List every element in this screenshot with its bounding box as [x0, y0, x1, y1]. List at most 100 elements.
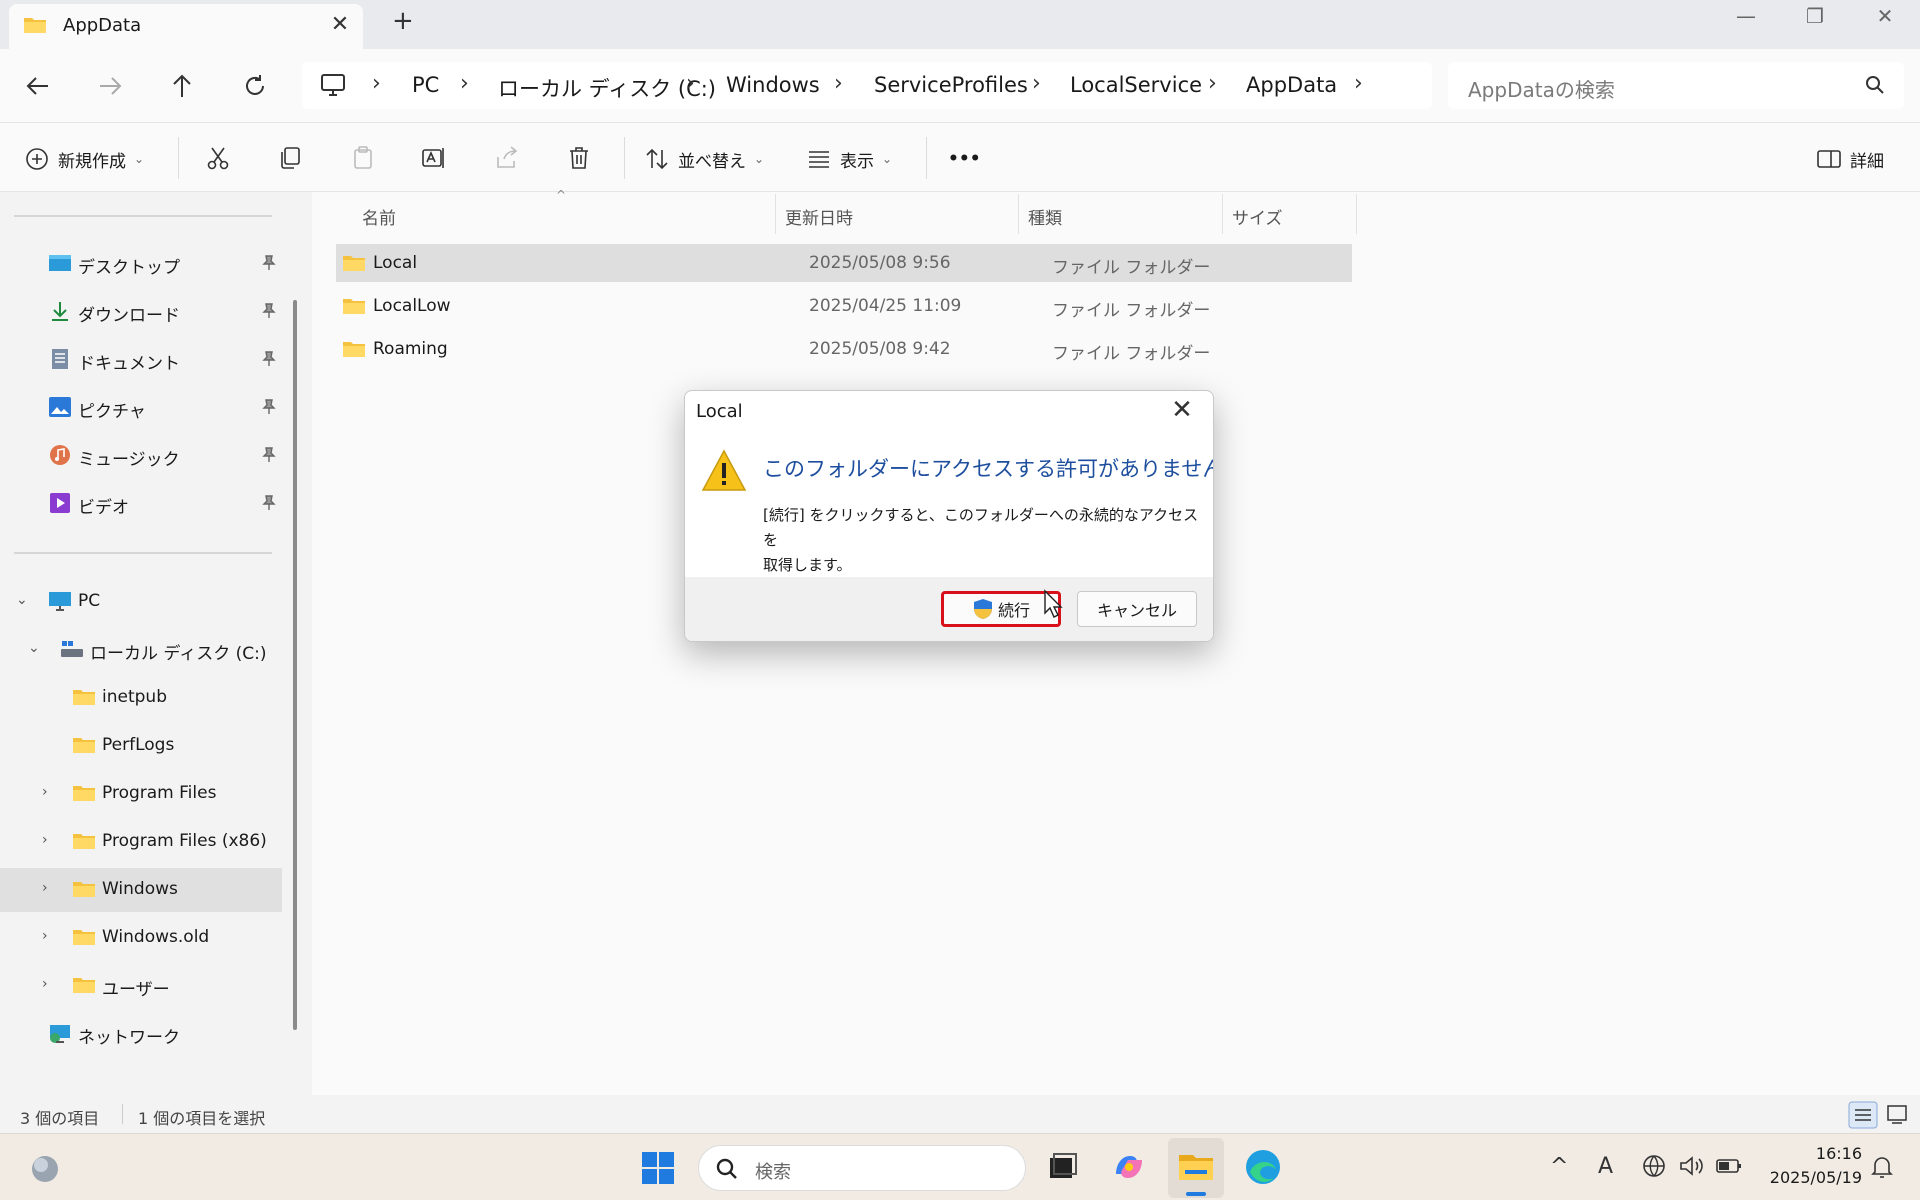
- minimize-button[interactable]: —: [1726, 4, 1766, 28]
- pin-icon[interactable]: [262, 399, 276, 415]
- tab-close-button[interactable]: ✕: [327, 12, 353, 37]
- file-type: ファイル フォルダー: [1052, 258, 1211, 278]
- table-row[interactable]: LocalLow 2025/04/25 11:09 ファイル フォルダー: [336, 287, 1352, 325]
- search-box[interactable]: AppDataの検索: [1448, 62, 1904, 109]
- volume-icon[interactable]: [1678, 1154, 1704, 1178]
- sidebar-item-program-files[interactable]: › Program Files: [0, 772, 282, 816]
- chevron-down-icon: ⌄: [882, 152, 893, 166]
- details-view-icon[interactable]: [1848, 1101, 1878, 1129]
- rename-icon[interactable]: [421, 145, 447, 171]
- sidebar-item-network[interactable]: ネットワーク: [0, 1012, 282, 1056]
- clock-time[interactable]: 16:16: [1752, 1144, 1862, 1163]
- command-bar: 新規作成 ⌄ 並べ替え ⌄ 表示 ⌄ ••• 詳細: [0, 122, 1920, 192]
- breadcrumb[interactable]: › PC › ローカル ディスク (C:) › Windows › Servic…: [302, 62, 1432, 109]
- chevron-right-icon[interactable]: ›: [42, 880, 48, 896]
- trash-icon[interactable]: [566, 145, 592, 171]
- column-header-type[interactable]: 種類: [1028, 204, 1062, 229]
- up-arrow-icon[interactable]: [164, 69, 200, 103]
- continue-label: 続行: [997, 601, 1030, 620]
- tiles-view-icon[interactable]: [1886, 1103, 1908, 1125]
- sidebar-item-local-disk[interactable]: ⌄ ローカル ディスク (C:): [0, 628, 282, 672]
- file-type: ファイル フォルダー: [1052, 344, 1211, 364]
- cut-icon[interactable]: [205, 145, 231, 171]
- edge-browser-icon[interactable]: [1242, 1146, 1284, 1188]
- dialog-close-button[interactable]: ✕: [1165, 395, 1199, 425]
- pin-icon[interactable]: [262, 303, 276, 319]
- chevron-right-icon[interactable]: ›: [42, 784, 48, 800]
- column-header-modified[interactable]: 更新日時: [785, 204, 853, 229]
- new-button[interactable]: 新規作成 ⌄: [24, 145, 144, 173]
- file-explorer-icon[interactable]: [1175, 1146, 1217, 1188]
- view-button[interactable]: 表示 ⌄: [806, 145, 892, 173]
- chevron-down-icon[interactable]: ⌄: [28, 640, 40, 656]
- chevron-right-icon: ›: [372, 71, 381, 96]
- more-options-button[interactable]: •••: [948, 145, 981, 173]
- sidebar-item-videos[interactable]: ビデオ: [0, 482, 282, 526]
- sidebar-scrollbar[interactable]: [293, 300, 297, 1030]
- sidebar-item-windows[interactable]: › Windows: [0, 868, 282, 912]
- chevron-right-icon[interactable]: ›: [42, 928, 48, 944]
- crumb-appdata[interactable]: AppData: [1246, 73, 1337, 97]
- globe-network-icon[interactable]: [1642, 1154, 1666, 1178]
- search-icon[interactable]: [1864, 74, 1886, 96]
- sidebar-item-pc[interactable]: ⌄ PC: [0, 580, 282, 624]
- sidebar-item-documents[interactable]: ドキュメント: [0, 338, 282, 382]
- sidebar-item-music[interactable]: ミュージック: [0, 434, 282, 478]
- chevron-right-icon[interactable]: ›: [42, 832, 48, 848]
- cancel-button[interactable]: キャンセル: [1077, 591, 1197, 627]
- sidebar-item-inetpub[interactable]: inetpub: [0, 676, 282, 720]
- battery-icon[interactable]: [1716, 1156, 1742, 1176]
- sidebar-item-desktop[interactable]: デスクトップ: [0, 242, 282, 286]
- table-row[interactable]: Local 2025/05/08 9:56 ファイル フォルダー: [336, 244, 1352, 282]
- folder-icon: [73, 930, 95, 945]
- sort-button[interactable]: 並べ替え ⌄: [644, 145, 764, 173]
- chevron-right-icon[interactable]: ›: [1354, 71, 1363, 96]
- crumb-local-disk[interactable]: ローカル ディスク (C:): [498, 73, 716, 103]
- sidebar-item-program-files-x86[interactable]: › Program Files (x86): [0, 820, 282, 864]
- pin-icon[interactable]: [262, 255, 276, 271]
- back-arrow-icon[interactable]: [20, 69, 56, 103]
- tab-appdata[interactable]: AppData ✕: [9, 4, 363, 49]
- refresh-icon[interactable]: [237, 69, 273, 103]
- chevron-right-icon[interactable]: ›: [42, 976, 48, 992]
- crumb-serviceprofiles[interactable]: ServiceProfiles: [874, 73, 1028, 97]
- column-header-name[interactable]: 名前: [362, 204, 396, 229]
- table-row[interactable]: Roaming 2025/05/08 9:42 ファイル フォルダー: [336, 330, 1352, 368]
- column-header-size[interactable]: サイズ: [1232, 204, 1283, 229]
- sidebar-item-windows-old[interactable]: › Windows.old: [0, 916, 282, 960]
- search-input[interactable]: AppDataの検索: [1468, 74, 1615, 103]
- notification-bell-icon[interactable]: [1870, 1154, 1894, 1180]
- sidebar-item-downloads[interactable]: ダウンロード: [0, 290, 282, 334]
- restore-button[interactable]: ❐: [1795, 4, 1835, 28]
- pin-icon[interactable]: [262, 447, 276, 463]
- details-pane-button[interactable]: 詳細: [1816, 145, 1884, 173]
- sidebar-item-users[interactable]: › ユーザー: [0, 964, 282, 1008]
- clock-date[interactable]: 2025/05/19: [1752, 1168, 1862, 1187]
- copy-icon[interactable]: [277, 145, 303, 171]
- network-icon: [50, 1025, 70, 1043]
- paste-icon[interactable]: [350, 145, 376, 171]
- pin-icon[interactable]: [262, 351, 276, 367]
- taskbar-search[interactable]: 検索: [698, 1145, 1026, 1191]
- task-view-icon[interactable]: [1040, 1146, 1082, 1188]
- chevron-up-icon[interactable]: ^: [1550, 1154, 1568, 1179]
- ime-indicator[interactable]: A: [1598, 1154, 1613, 1179]
- weather-widget-icon[interactable]: [28, 1152, 62, 1186]
- file-type: ファイル フォルダー: [1052, 301, 1211, 321]
- copilot-icon[interactable]: [1108, 1146, 1150, 1188]
- sidebar-item-perflogs[interactable]: PerfLogs: [0, 724, 282, 768]
- chevron-down-icon[interactable]: ⌄: [16, 592, 28, 608]
- folder-icon: [73, 690, 95, 705]
- crumb-windows[interactable]: Windows: [726, 73, 820, 97]
- forward-arrow-icon[interactable]: [92, 69, 128, 103]
- share-icon[interactable]: [494, 145, 520, 171]
- close-window-button[interactable]: ✕: [1865, 4, 1905, 28]
- crumb-localservice[interactable]: LocalService: [1070, 73, 1202, 97]
- pin-icon[interactable]: [262, 495, 276, 511]
- sidebar-item-pictures[interactable]: ピクチャ: [0, 386, 282, 430]
- crumb-pc[interactable]: PC: [412, 73, 439, 97]
- taskbar-search-input[interactable]: 検索: [755, 1158, 791, 1184]
- windows-start-icon[interactable]: [640, 1150, 676, 1186]
- search-icon: [716, 1158, 737, 1179]
- new-tab-button[interactable]: +: [392, 6, 414, 36]
